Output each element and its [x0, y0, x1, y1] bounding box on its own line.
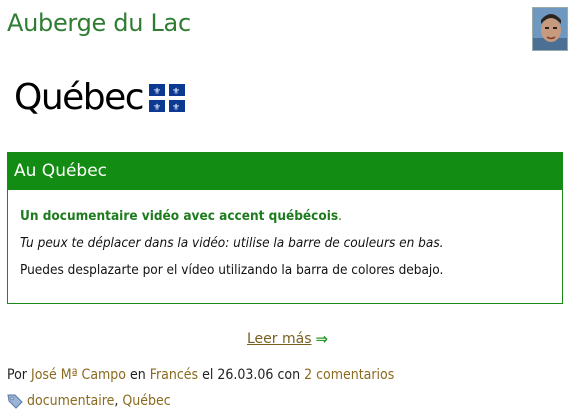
read-more-label[interactable]: Leer más: [247, 331, 312, 347]
svg-text:⚜: ⚜: [153, 87, 161, 97]
svg-text:⚜: ⚜: [172, 87, 180, 97]
avatar-photo: [533, 8, 567, 50]
category-link[interactable]: Francés: [150, 367, 198, 383]
post-line-french-summary: Un documentaire vidéo avec accent québéc…: [20, 208, 342, 224]
quebec-wordmark: Québec: [14, 77, 145, 118]
meta-by: Por: [7, 367, 27, 383]
post-line-french-instructions: Tu peux te déplacer dans la vidéo: utili…: [20, 235, 444, 251]
svg-text:⚜: ⚜: [172, 103, 180, 112]
tag-separator: ,: [114, 393, 119, 409]
svg-text:⚜: ⚜: [153, 103, 161, 112]
post-body: Un documentaire vidéo avec accent québéc…: [8, 190, 562, 284]
arrow-right-icon: ⇒: [315, 330, 329, 348]
post-tags: documentaire, Québec: [7, 393, 171, 409]
tag-icon: [7, 394, 23, 409]
post-box: Au Québec Un documentaire vidéo avec acc…: [7, 152, 563, 304]
comments-link[interactable]: 2 comentarios: [304, 367, 394, 383]
post-meta: Por José Mª Campo en Francés el 26.03.06…: [7, 367, 394, 383]
tag-link-documentaire[interactable]: documentaire: [27, 393, 114, 409]
quebec-logo: Québec ⚜ ⚜ ⚜ ⚜: [14, 76, 186, 120]
post-date: 26.03.06: [217, 367, 274, 383]
meta-date-prefix: el: [202, 367, 214, 383]
author-link[interactable]: José Mª Campo: [31, 367, 126, 383]
meta-with: con: [277, 367, 301, 383]
site-title[interactable]: Auberge du Lac: [7, 9, 191, 37]
tag-link-quebec[interactable]: Québec: [122, 393, 170, 409]
post-line-spanish-instructions: Puedes desplazarte por el vídeo utilizan…: [20, 262, 444, 278]
meta-in: en: [130, 367, 146, 383]
post-title[interactable]: Au Québec: [8, 153, 562, 190]
read-more-link[interactable]: Leer más ⇒: [247, 330, 328, 348]
author-avatar[interactable]: [532, 7, 568, 51]
quebec-flag-icon: ⚜ ⚜ ⚜ ⚜: [149, 84, 186, 112]
